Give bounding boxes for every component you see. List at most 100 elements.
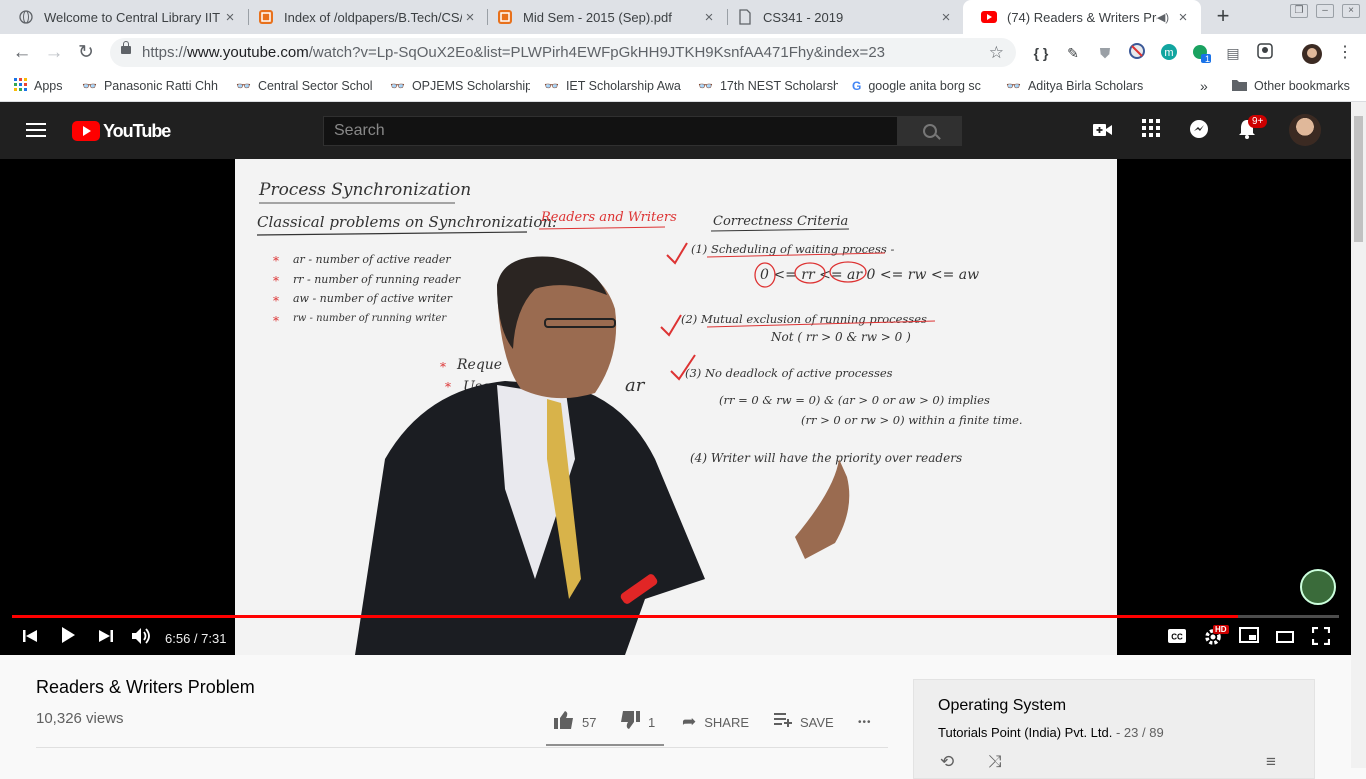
forward-arrow-icon[interactable]: → [41,40,67,66]
search-icon[interactable] [897,116,962,146]
browser-tab-oldpapers[interactable]: Index of /oldpapers/B.Tech/CS/ × [240,0,488,34]
wb-criterion: (rr > 0 or rw > 0) within a finite time. [801,413,1023,427]
glasses-icon: 👓 [390,79,405,93]
video-player[interactable]: Process Synchronization Classical proble… [0,159,1351,655]
apps-grid-icon[interactable] [1139,119,1163,143]
hd-badge: HD [1213,625,1229,634]
close-tab-icon[interactable]: × [1175,9,1191,26]
window-minimize-icon[interactable]: – [1316,4,1334,18]
address-bar[interactable]: https://www.youtube.com/watch?v=Lp-SqOuX… [110,38,1016,67]
extension-icon[interactable]: ✎ [1063,43,1083,63]
play-icon[interactable] [56,627,80,651]
shield-extension-icon[interactable]: ⛊ [1095,43,1115,63]
window-close-icon[interactable]: × [1342,4,1360,18]
window-restore-icon[interactable]: ❐ [1290,4,1308,18]
browser-tab-youtube-active[interactable]: (74) Readers & Writers Pro ◀) × [963,0,1201,34]
seek-bar[interactable] [12,615,1339,618]
bookmark-item[interactable]: 👓 OPJEMS Scholarship [390,77,530,95]
previous-track-icon[interactable] [18,627,42,651]
globe-icon [18,9,34,25]
youtube-wordmark: YouTube [103,120,171,141]
bookmark-item[interactable]: 👓 Aditya Birla Scholars [1006,77,1146,95]
wb-partial-word: ar [625,375,646,396]
close-tab-icon[interactable]: × [462,9,478,26]
info-divider [36,747,888,748]
wb-subheading: Classical problems on Synchronization: [257,213,557,231]
chrome-menu-icon[interactable]: ⋮ [1335,43,1355,63]
dislike-button[interactable]: 1 [620,710,655,734]
channel-watermark[interactable] [1300,569,1336,605]
back-arrow-icon[interactable]: ← [9,40,35,66]
youtube-favicon-icon [981,9,997,25]
like-button[interactable]: 57 [554,710,597,732]
json-viewer-extension-icon[interactable]: { } [1031,43,1051,63]
bookmark-label: Other bookmarks [1254,79,1350,93]
messages-icon[interactable] [1187,119,1211,143]
close-tab-icon[interactable]: × [701,9,717,26]
bookmark-item[interactable]: 👓 Panasonic Ratti Chh [82,77,222,95]
scrollbar-thumb[interactable] [1354,116,1363,242]
playlist-save-icon[interactable]: ≡ [1266,752,1276,772]
browser-toolbar: ← → ↻ https://www.youtube.com/watch?v=Lp… [0,34,1366,71]
browser-tab-midsem[interactable]: Mid Sem - 2015 (Sep).pdf × [479,0,727,34]
bookmark-label: 17th NEST Scholarsh [719,79,838,93]
next-track-icon[interactable] [94,627,118,651]
closed-captions-icon[interactable]: CC [1165,627,1189,651]
account-avatar[interactable] [1289,114,1321,146]
create-video-icon[interactable] [1091,119,1115,143]
new-tab-button[interactable]: + [1212,5,1234,29]
player-controls: 6:56 / 7:31 CC HD [0,623,1351,655]
bookmark-star-icon[interactable]: ☆ [989,38,1004,67]
video-title: Readers & Writers Problem [36,677,255,697]
bookmarks-overflow-chevron-icon[interactable]: » [1200,77,1208,95]
playlist-add-icon [774,712,792,732]
volume-icon[interactable] [130,627,154,651]
playlist-subtitle: Tutorials Point (India) Pvt. Ltd. - 23 /… [938,725,1164,740]
loop-playlist-icon[interactable]: ⟲ [940,752,954,772]
seek-bar-played [12,615,1239,618]
save-button[interactable]: SAVE [774,712,834,732]
hamburger-menu-icon[interactable] [26,123,46,138]
share-button[interactable]: ➦ SHARE [682,712,749,732]
playlist-channel[interactable]: Tutorials Point (India) Pvt. Ltd. [938,725,1112,740]
blocker-extension-icon[interactable] [1127,43,1147,63]
close-tab-icon[interactable]: × [222,9,238,26]
browser-tab-library[interactable]: Welcome to Central Library IIT × [0,0,248,34]
bookmark-item[interactable]: Ggoogle anita borg sc [852,77,992,95]
bookmark-other-folder[interactable]: Other bookmarks [1232,77,1350,95]
playlist-title[interactable]: Operating System [938,697,1066,715]
location-extension-icon[interactable] [1255,43,1275,63]
reload-icon[interactable]: ↻ [73,40,99,66]
glasses-icon: 👓 [698,79,713,93]
bookmark-apps[interactable]: Apps [14,77,63,95]
bookmark-item[interactable]: 👓 17th NEST Scholarsh [698,77,838,95]
reader-extension-icon[interactable]: ▤ [1223,43,1243,63]
bookmark-item[interactable]: 👓 IET Scholarship Awa [544,77,684,95]
browser-tab-cs341[interactable]: CS341 - 2019 × [719,0,964,34]
thumbs-down-icon [620,710,640,734]
youtube-logo[interactable]: YouTube [72,120,171,141]
like-count: 57 [582,714,597,730]
apps-grid-icon [14,78,27,94]
bookmarks-bar: Apps 👓 Panasonic Ratti Chh 👓 Central Secto… [0,71,1366,102]
page-scrollbar[interactable] [1351,102,1366,768]
svg-text:CC: CC [1171,633,1183,642]
audio-playing-icon[interactable]: ◀) [1157,11,1169,24]
glasses-icon: 👓 [236,79,251,93]
document-icon [737,9,753,25]
m-extension-icon[interactable]: m [1159,43,1179,63]
svg-text:*: * [273,274,279,288]
profile-avatar[interactable] [1301,43,1322,64]
more-actions-icon[interactable]: ••• [858,712,872,732]
theater-mode-icon[interactable] [1273,627,1297,651]
bookmark-item[interactable]: 👓 Central Sector Schol [236,77,376,95]
tab-title: Index of /oldpapers/B.Tech/CS/ [284,9,462,25]
wb-definition: aw - number of active writer [293,292,453,305]
extension-badge: 1 [1205,54,1211,64]
miniplayer-icon[interactable] [1237,627,1261,651]
shuffle-icon[interactable]: ⤨ [988,752,1002,772]
svg-text:*: * [273,254,279,268]
close-tab-icon[interactable]: × [938,9,954,26]
search-input[interactable]: Search [323,116,898,146]
fullscreen-icon[interactable] [1309,626,1333,651]
